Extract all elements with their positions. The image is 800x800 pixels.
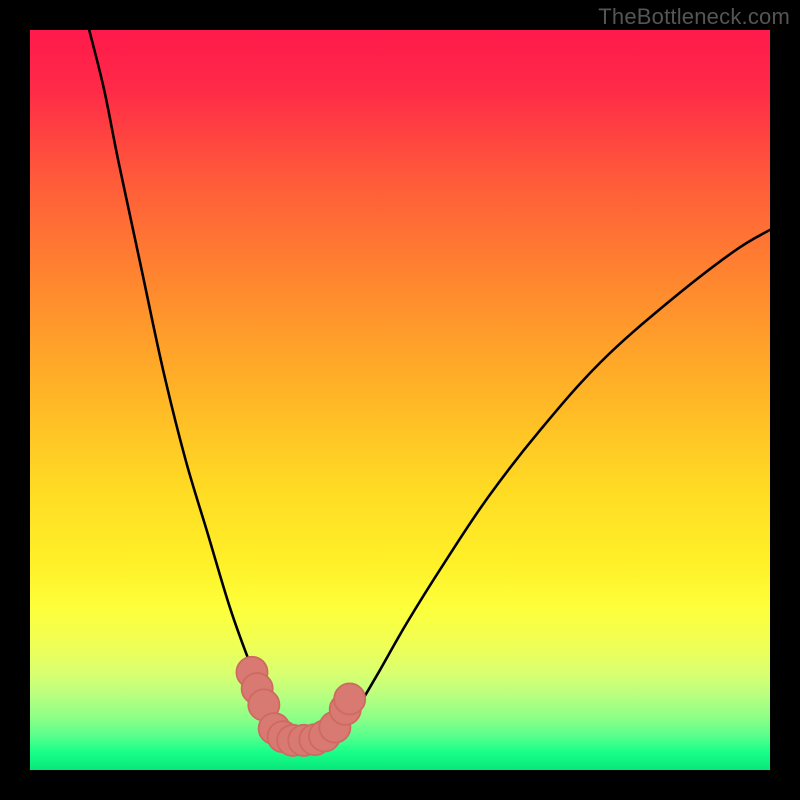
- watermark-text: TheBottleneck.com: [598, 4, 790, 30]
- plot-area: [30, 30, 770, 770]
- left-curve: [89, 30, 307, 741]
- valley-markers: [236, 657, 365, 756]
- right-curve: [308, 230, 771, 741]
- chart-frame: TheBottleneck.com: [0, 0, 800, 800]
- marker-dot: [334, 683, 365, 714]
- curve-layer: [30, 30, 770, 770]
